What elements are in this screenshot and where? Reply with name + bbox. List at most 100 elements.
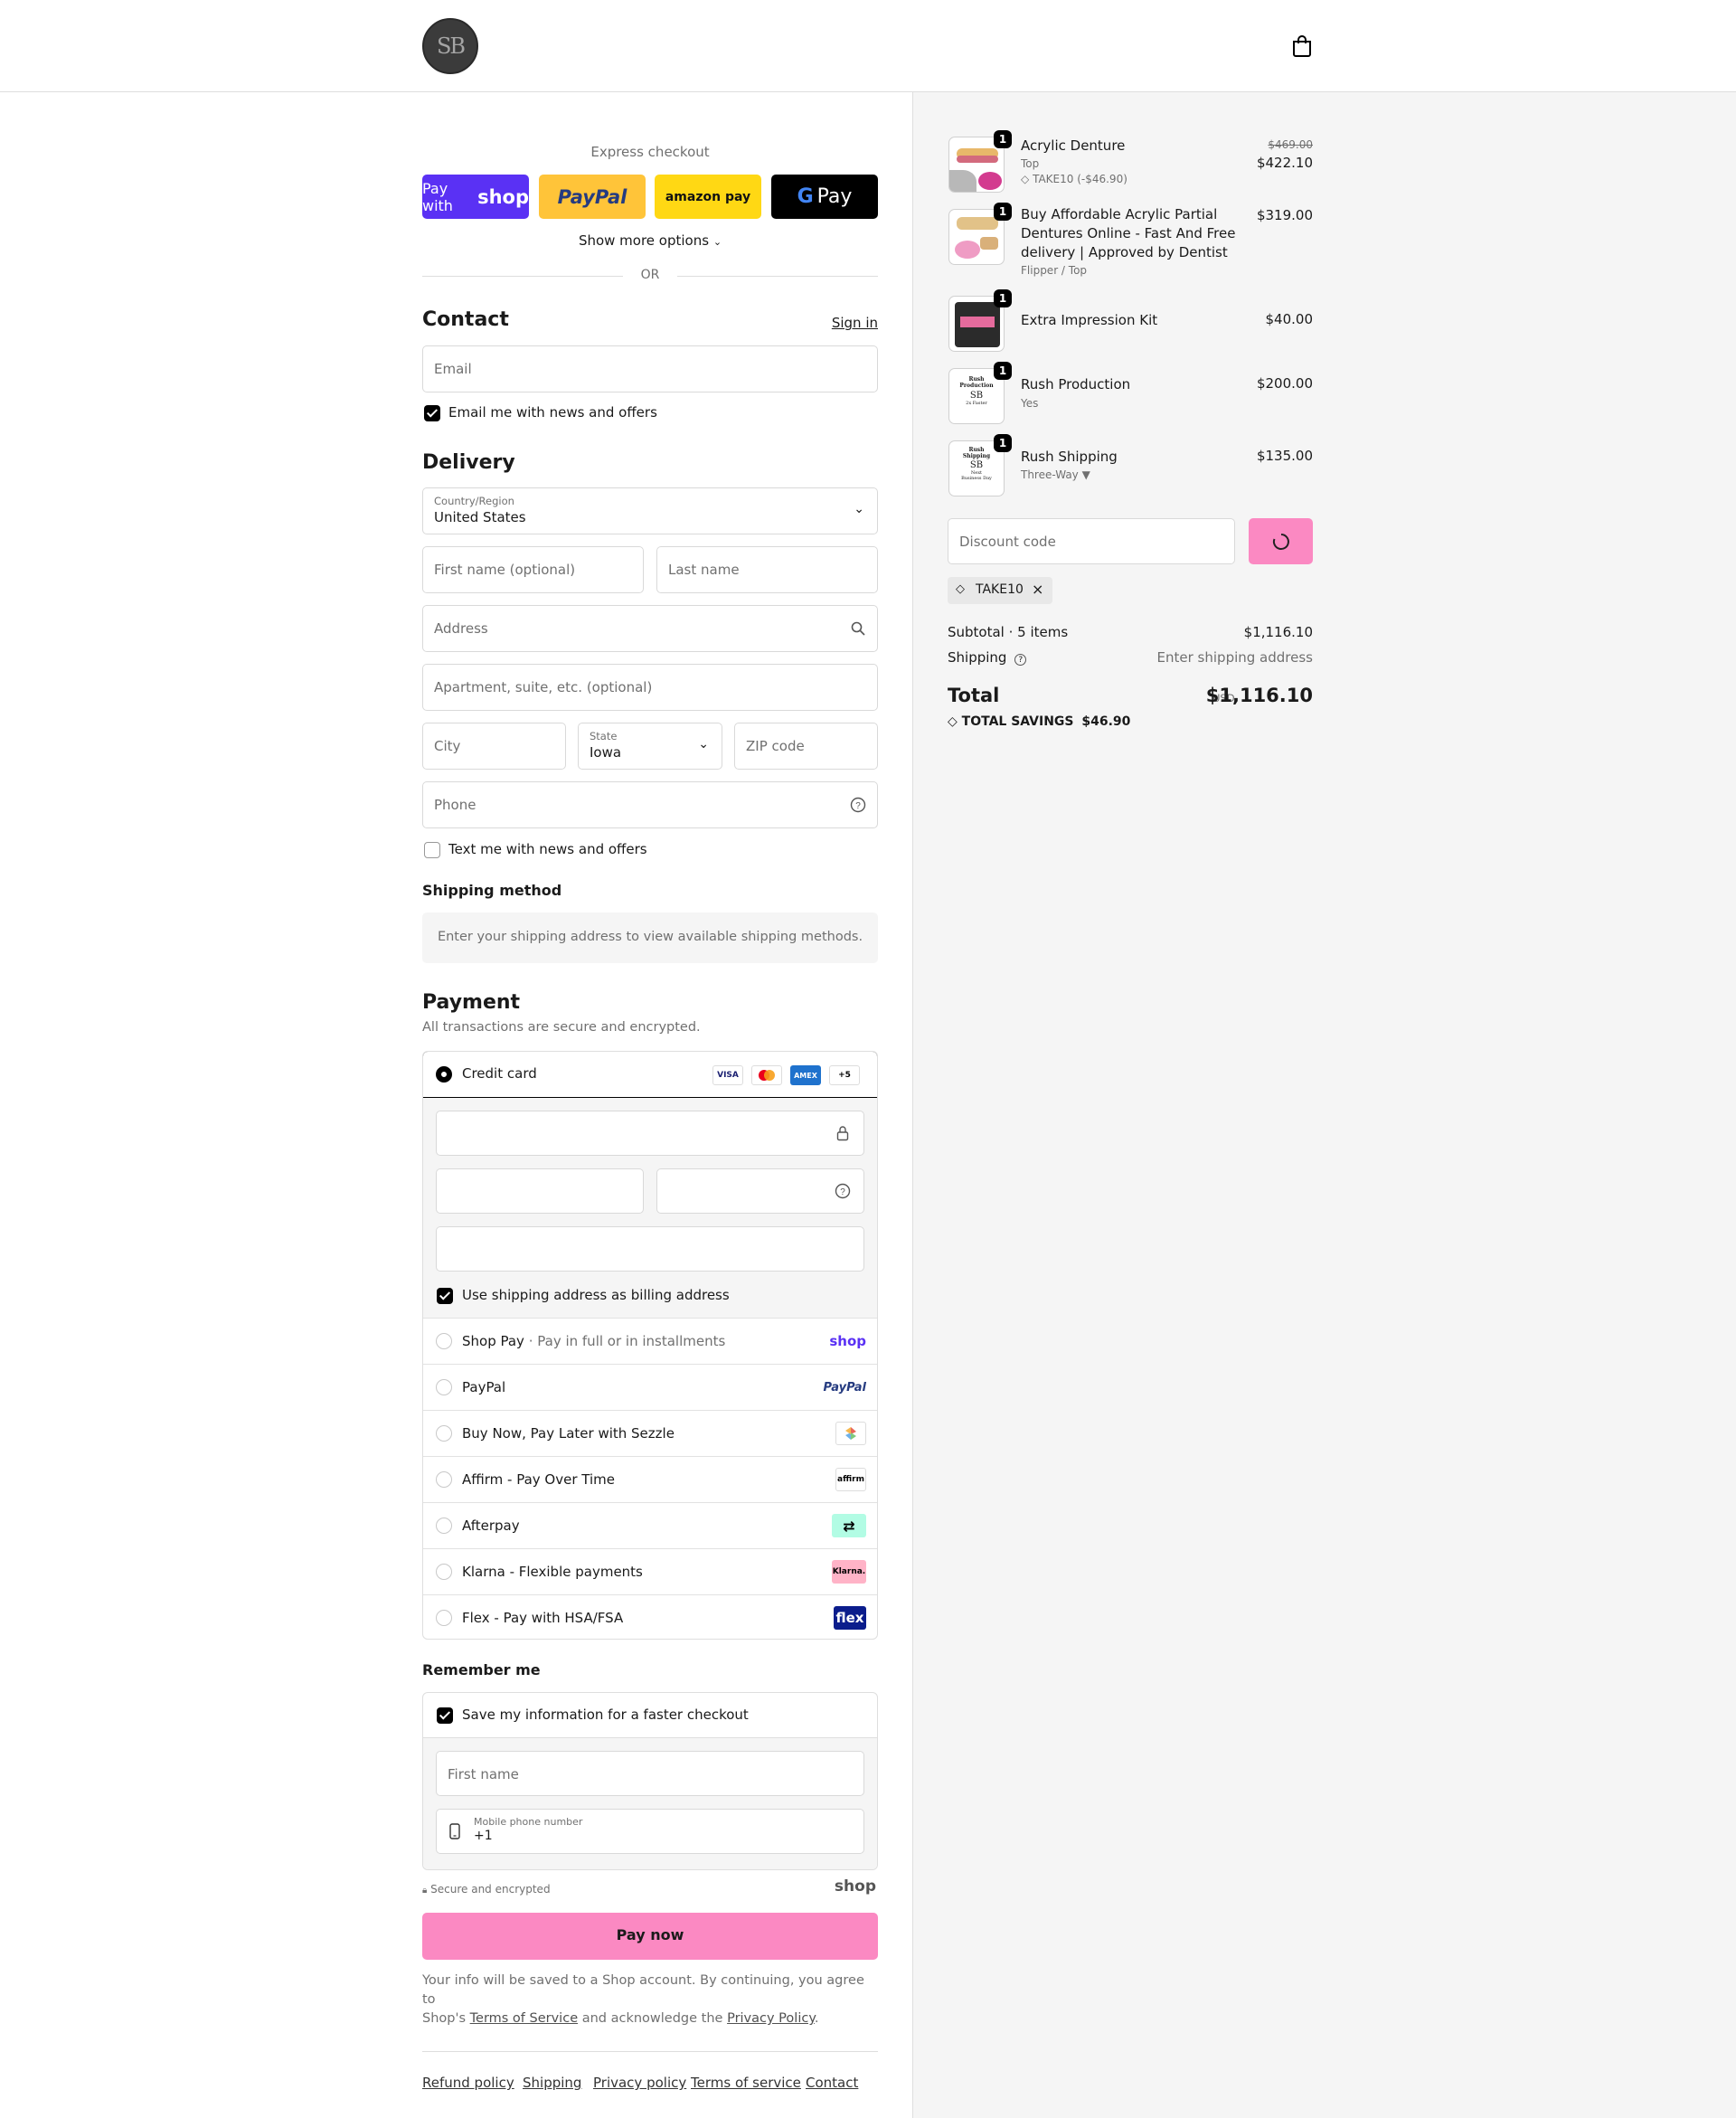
store-logo[interactable]: SB xyxy=(422,18,478,74)
shop-logo-icon: shop xyxy=(834,1877,876,1896)
mobile-phone-field[interactable]: Mobile phone number +1 xyxy=(436,1809,864,1854)
shop-pay-option[interactable]: Shop Pay · Pay in full or in installment… xyxy=(423,1318,877,1364)
shop-pay-button[interactable]: Pay with shop xyxy=(422,175,529,219)
privacy-policy-link[interactable]: Privacy Policy xyxy=(727,2011,815,2026)
security-code-field[interactable]: ? xyxy=(656,1168,864,1214)
google-pay-button[interactable]: G Pay xyxy=(771,175,878,219)
item-variant: Three-Way ▼ xyxy=(1021,468,1090,481)
sezzle-radio[interactable] xyxy=(436,1425,452,1442)
help-icon[interactable]: ? xyxy=(835,1183,851,1199)
zip-placeholder: ZIP code xyxy=(746,738,805,754)
affirm-radio[interactable] xyxy=(436,1471,452,1488)
footer-contact-link[interactable]: Contact xyxy=(806,2075,858,2091)
discount-code-field[interactable]: Discount code xyxy=(948,518,1235,564)
payment-heading: Payment xyxy=(422,991,521,1014)
remember-me-box: Save my information for a faster checkou… xyxy=(422,1692,878,1870)
item-original-price: $469.00 xyxy=(1268,138,1313,151)
remove-discount-icon[interactable]: × xyxy=(1032,581,1043,598)
delivery-heading: Delivery xyxy=(422,451,515,474)
card-number-field[interactable] xyxy=(436,1111,864,1156)
afterpay-label: Afterpay xyxy=(462,1518,520,1534)
thumb-text: Production xyxy=(959,383,994,389)
payment-methods-box: Credit card VISA AMEX +5 ? Use shipping … xyxy=(422,1051,878,1640)
state-select[interactable]: State Iowa ⌄ xyxy=(578,723,722,770)
lock-icon xyxy=(836,1126,849,1141)
apartment-field[interactable]: Apartment, suite, etc. (optional) xyxy=(422,664,878,711)
first-name-field[interactable]: First name (optional) xyxy=(422,546,644,593)
phone-field[interactable]: Phone ? xyxy=(422,781,878,828)
item-name: Rush Shipping xyxy=(1021,449,1118,465)
subtotal-value: $1,116.10 xyxy=(1243,624,1313,640)
pay-now-button[interactable]: Pay now xyxy=(422,1913,878,1960)
expiry-field[interactable] xyxy=(436,1168,644,1214)
footer-terms-link[interactable]: Terms of service xyxy=(691,2075,801,2091)
gpay-label: Pay xyxy=(816,185,853,208)
shipping-method-notice: Enter your shipping address to view avai… xyxy=(422,912,878,963)
name-on-card-field[interactable] xyxy=(436,1226,864,1272)
country-label: Country/Region xyxy=(434,495,514,507)
address-field[interactable]: Address xyxy=(422,605,878,652)
more-cards-badge: +5 xyxy=(829,1065,860,1085)
sign-in-link[interactable]: Sign in xyxy=(832,315,878,331)
zip-field[interactable]: ZIP code xyxy=(734,723,878,770)
afterpay-option[interactable]: Afterpay ⇄ xyxy=(423,1502,877,1548)
paypal-option[interactable]: PayPal PayPal xyxy=(423,1364,877,1410)
flex-option[interactable]: Flex - Pay with HSA/FSA flex xyxy=(423,1594,877,1639)
paypal-express-button[interactable]: PayPal xyxy=(539,175,646,219)
amex-icon: AMEX xyxy=(790,1065,821,1085)
email-news-checkbox[interactable] xyxy=(424,405,440,421)
credit-card-option[interactable]: Credit card VISA AMEX +5 xyxy=(423,1052,877,1098)
city-field[interactable]: City xyxy=(422,723,566,770)
affirm-option[interactable]: Affirm - Pay Over Time affirm xyxy=(423,1456,877,1502)
item-price: $135.00 xyxy=(1256,448,1313,464)
footer-privacy-policy-link[interactable]: Privacy policy xyxy=(593,2075,686,2091)
help-icon[interactable]: ? xyxy=(850,797,866,813)
remember-fields-panel: First name Mobile phone number +1 xyxy=(423,1737,877,1869)
afterpay-logo-icon: ⇄ xyxy=(832,1514,866,1537)
billing-same-checkbox[interactable] xyxy=(437,1288,453,1304)
klarna-logo-icon: Klarna. xyxy=(832,1560,866,1584)
show-more-options-link[interactable]: Show more options ⌄ xyxy=(422,232,878,249)
help-icon[interactable]: ? xyxy=(1014,654,1027,666)
email-field[interactable]: Email xyxy=(422,345,878,392)
last-name-field[interactable]: Last name xyxy=(656,546,878,593)
paypal-radio[interactable] xyxy=(436,1379,452,1395)
item-discount: ◇ TAKE10 (-$46.90) xyxy=(1021,173,1127,185)
amazon-pay-button[interactable]: amazon pay xyxy=(655,175,761,219)
country-select[interactable]: Country/Region United States ⌄ xyxy=(422,487,878,534)
address-placeholder: Address xyxy=(434,620,488,637)
credit-card-radio[interactable] xyxy=(436,1066,452,1083)
total-value: $1,116.10 xyxy=(1205,685,1313,706)
save-info-checkbox[interactable] xyxy=(437,1707,453,1724)
flex-label: Flex - Pay with HSA/FSA xyxy=(462,1610,624,1626)
shop-pay-radio[interactable] xyxy=(436,1333,452,1349)
klarna-radio[interactable] xyxy=(436,1564,452,1580)
sezzle-option[interactable]: Buy Now, Pay Later with Sezzle xyxy=(423,1410,877,1456)
flex-logo-icon: flex xyxy=(834,1606,866,1630)
legal-prefix: Shop's xyxy=(422,2011,467,2026)
svg-text:?: ? xyxy=(840,1187,845,1197)
item-name-line: delivery | Approved by Dentist xyxy=(1021,244,1228,260)
email-placeholder: Email xyxy=(434,361,472,377)
terms-of-service-link[interactable]: Terms of Service xyxy=(470,2011,578,2026)
shopping-bag-icon[interactable] xyxy=(1291,34,1313,58)
apply-discount-button[interactable] xyxy=(1249,518,1313,564)
item-variant: Yes xyxy=(1021,397,1039,410)
apartment-placeholder: Apartment, suite, etc. (optional) xyxy=(434,679,653,695)
email-news-label: Email me with news and offers xyxy=(448,404,657,421)
footer-refund-policy-link[interactable]: Refund policy xyxy=(422,2075,514,2091)
flex-radio[interactable] xyxy=(436,1610,452,1626)
footer-shipping-link[interactable]: Shipping xyxy=(523,2075,581,2091)
klarna-option[interactable]: Klarna - Flexible payments Klarna. xyxy=(423,1548,877,1594)
remember-first-name-field[interactable]: First name xyxy=(436,1751,864,1796)
afterpay-radio[interactable] xyxy=(436,1518,452,1534)
search-icon xyxy=(851,621,865,636)
credit-card-label: Credit card xyxy=(462,1065,537,1082)
total-savings-label: TOTAL SAVINGS xyxy=(961,714,1074,729)
item-variant: Flipper / Top xyxy=(1021,264,1088,277)
loading-spinner-icon xyxy=(1272,534,1289,550)
klarna-label: Klarna - Flexible payments xyxy=(462,1564,643,1580)
cart-items: 1 Acrylic Denture Top ◇ TAKE10 (-$46.90)… xyxy=(948,130,1313,532)
text-news-checkbox[interactable] xyxy=(424,842,440,858)
thumb-text: Shipping xyxy=(962,453,991,459)
